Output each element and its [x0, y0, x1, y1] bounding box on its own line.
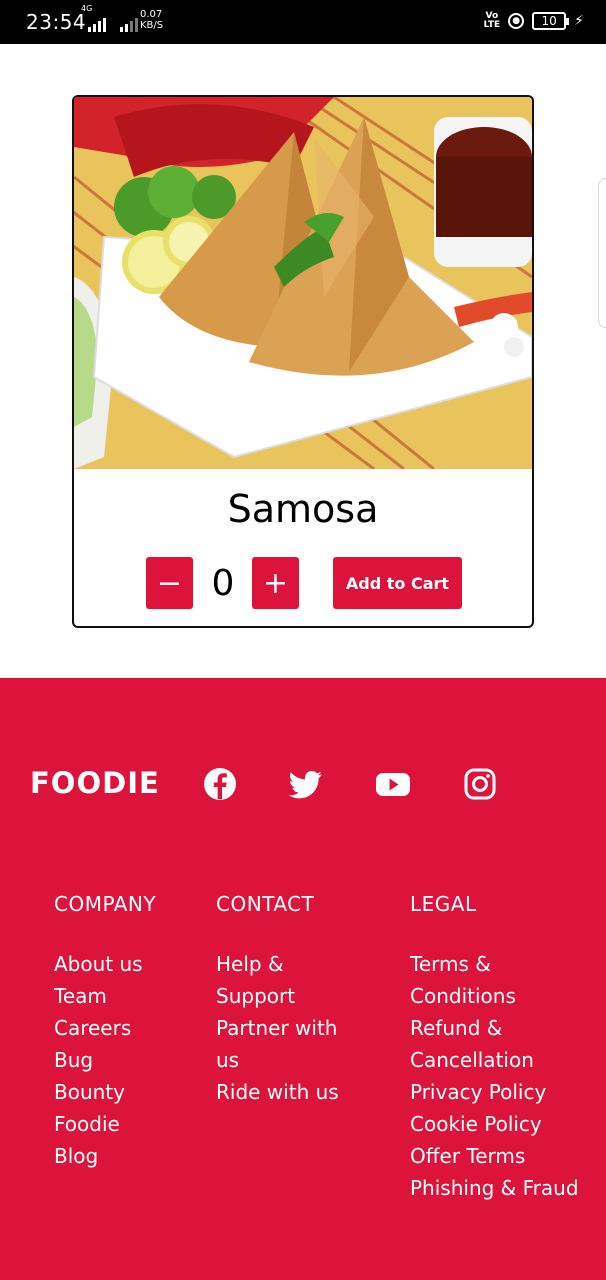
footer-link-terms[interactable]: Terms & — [410, 948, 579, 980]
quantity-value: 0 — [211, 562, 235, 604]
facebook-icon[interactable] — [202, 766, 238, 802]
signal-strength-icon — [88, 16, 106, 32]
footer-legal-title: LEGAL — [410, 892, 477, 916]
network-speed: 0.07 KB/S — [140, 9, 163, 31]
twitter-icon[interactable] — [288, 766, 324, 802]
add-to-cart-button[interactable]: Add to Cart — [333, 557, 462, 609]
footer-link-about-us[interactable]: About us — [54, 948, 143, 980]
footer-link-help[interactable]: Help & — [216, 948, 339, 980]
footer-link-support[interactable]: Support — [216, 980, 339, 1012]
battery-icon: 10 — [532, 12, 570, 30]
increase-quantity-button[interactable]: + — [252, 557, 299, 609]
footer-company-title: COMPANY — [54, 892, 157, 916]
network-type-label: 4G — [81, 4, 93, 13]
volte-icon: Vo LTE — [484, 12, 501, 30]
footer-contact-title: CONTACT — [216, 892, 315, 916]
footer-contact-links: Help & Support Partner with us Ride with… — [216, 948, 339, 1108]
footer-link-bug[interactable]: Bug — [54, 1044, 143, 1076]
footer-link-refund[interactable]: Refund & — [410, 1012, 579, 1044]
network-speed-value: 0.07 — [140, 9, 163, 20]
footer-link-cookie[interactable]: Cookie Policy — [410, 1108, 579, 1140]
product-image — [74, 97, 532, 469]
edge-panel-handle[interactable] — [598, 178, 606, 328]
footer-link-phishing[interactable]: Phishing & Fraud — [410, 1172, 579, 1204]
footer-link-privacy[interactable]: Privacy Policy — [410, 1076, 579, 1108]
footer-link-bounty[interactable]: Bounty — [54, 1076, 143, 1108]
status-time: 23:54 — [26, 10, 87, 34]
charging-icon: ⚡ — [574, 13, 584, 29]
volte-bottom-label: LTE — [483, 20, 501, 30]
footer-company-links: About us Team Careers Bug Bounty Foodie … — [54, 948, 143, 1172]
quantity-controls: − 0 + Add to Cart — [146, 557, 466, 609]
footer-brand[interactable]: FOODIE — [30, 766, 160, 800]
network-speed-unit: KB/S — [140, 20, 164, 31]
status-right: Vo LTE ● 10 ⚡ — [484, 12, 584, 30]
footer-link-partner[interactable]: Partner with — [216, 1012, 339, 1044]
footer-link-offer-terms[interactable]: Offer Terms — [410, 1140, 579, 1172]
footer: FOODIE COMPANY About us Team Careers Bug… — [0, 678, 606, 1280]
signal-icons — [88, 16, 138, 32]
status-bar: 23:54 4G 0.07 KB/S Vo LTE ● 10 ⚡ — [0, 0, 606, 44]
battery-level: 10 — [541, 14, 557, 28]
instagram-icon[interactable] — [462, 766, 498, 802]
footer-legal-links: Terms & Conditions Refund & Cancellation… — [410, 948, 579, 1204]
footer-link-foodie[interactable]: Foodie — [54, 1108, 143, 1140]
product-name: Samosa — [227, 487, 379, 531]
footer-link-cancellation[interactable]: Cancellation — [410, 1044, 579, 1076]
decrease-quantity-button[interactable]: − — [146, 557, 193, 609]
footer-link-ride[interactable]: Ride with us — [216, 1076, 339, 1108]
footer-link-team[interactable]: Team — [54, 980, 143, 1012]
youtube-icon[interactable] — [375, 766, 411, 802]
signal-strength-secondary-icon — [120, 16, 138, 32]
footer-link-blog[interactable]: Blog — [54, 1140, 143, 1172]
footer-link-conditions[interactable]: Conditions — [410, 980, 579, 1012]
footer-link-partner-us[interactable]: us — [216, 1044, 339, 1076]
footer-link-careers[interactable]: Careers — [54, 1012, 143, 1044]
data-saver-icon: ● — [508, 13, 525, 29]
product-card: Samosa − 0 + Add to Cart — [72, 95, 534, 628]
